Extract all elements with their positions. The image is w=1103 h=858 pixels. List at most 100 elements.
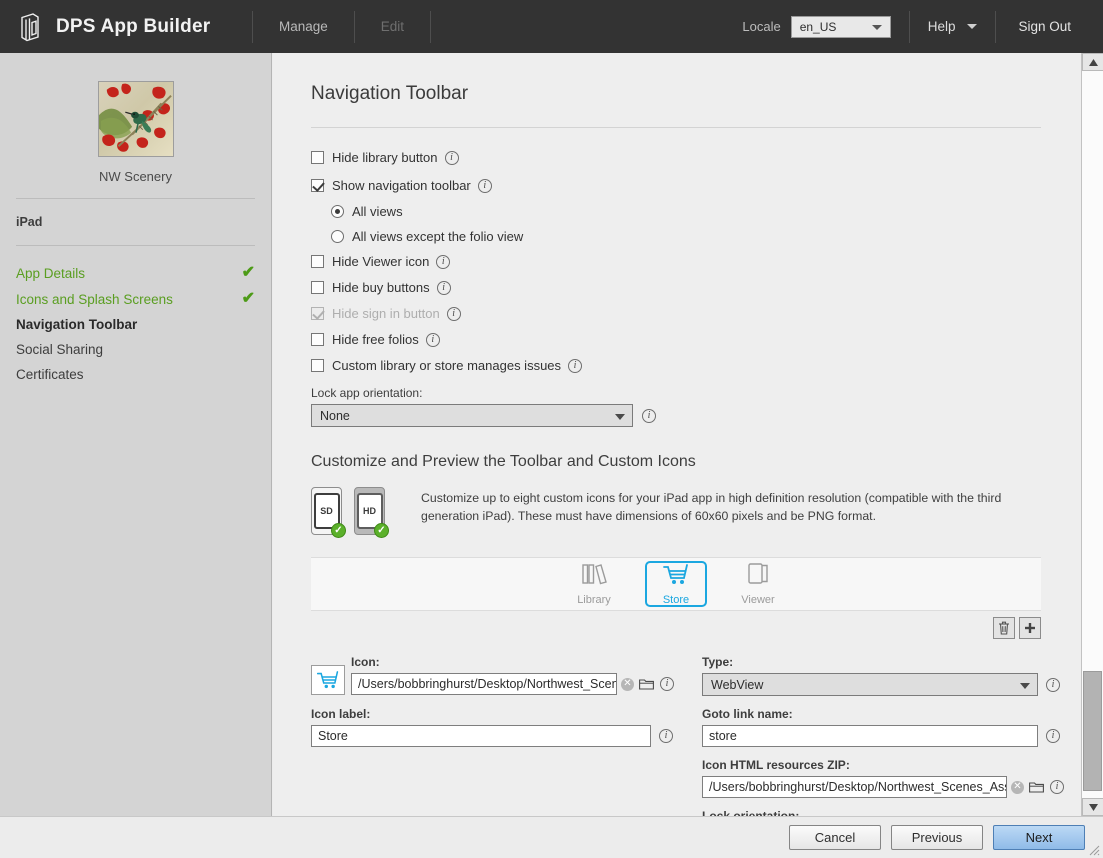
checkbox-hide-sign-in-button (311, 307, 324, 320)
main-scrollbar[interactable] (1081, 53, 1103, 816)
icon-label-value: Store (318, 729, 348, 743)
icon-label-field-label: Icon label: (311, 707, 371, 721)
icon-path-value: /Users/bobbringhurst/Desktop/Northwest_S… (358, 677, 617, 691)
scrollbar-thumb[interactable] (1083, 671, 1102, 791)
zip-row: Icon HTML resources ZIP: /Users/bobbring… (702, 758, 1064, 798)
app-title: DPS App Builder (56, 15, 211, 37)
checkbox-hide-viewer-icon[interactable] (311, 255, 324, 268)
option-custom-library-or-store-manages-issues[interactable]: Custom library or store manages issues i (311, 358, 1041, 373)
sidebar-item-certificates[interactable]: Certificates (16, 362, 255, 387)
resolution-button-hd[interactable]: HD ✓ (354, 487, 389, 538)
check-icon: ✔ (241, 290, 255, 307)
browse-folder-icon[interactable] (1029, 781, 1044, 793)
scroll-up-button[interactable] (1082, 53, 1103, 71)
locale-select[interactable]: en_US (790, 15, 891, 38)
shopping-cart-icon (311, 665, 345, 695)
radio-option-all-views[interactable]: All views (331, 204, 1041, 219)
option-hide-library-button[interactable]: Hide library button i (311, 150, 1041, 165)
icon-path-input[interactable]: /Users/bobbringhurst/Desktop/Northwest_S… (351, 673, 617, 695)
info-icon[interactable]: i (425, 332, 440, 347)
info-icon[interactable]: i (642, 408, 656, 423)
sidebar-nav: App Details ✔ Icons and Splash Screens ✔… (0, 246, 271, 387)
previous-button[interactable]: Previous (891, 825, 983, 850)
resize-grip-icon[interactable] (1088, 843, 1100, 856)
goto-link-field-label: Goto link name: (702, 707, 793, 721)
app-header: DPS App Builder Manage Edit Locale en_US… (0, 0, 1103, 53)
checkbox-hide-buy-buttons[interactable] (311, 281, 324, 294)
tablet-page-icon (747, 562, 769, 591)
clear-icon[interactable]: ✕ (621, 677, 634, 691)
sidebar-item-navigation-toolbar[interactable]: Navigation Toolbar (16, 312, 255, 337)
lock-orientation-row: Lock orientation: (702, 809, 1064, 816)
sidebar-item-label: Navigation Toolbar (16, 317, 138, 332)
sidebar-item-label: Certificates (16, 367, 84, 382)
info-icon[interactable]: i (1050, 780, 1064, 794)
radio-all-views-except-folio[interactable] (331, 230, 344, 243)
type-row: Type: WebView i (702, 655, 1064, 696)
header-tab-edit[interactable]: Edit (355, 11, 430, 43)
sidebar-item-social-sharing[interactable]: Social Sharing (16, 337, 255, 362)
header-tab-manage[interactable]: Manage (253, 11, 354, 43)
option-hide-buy-buttons[interactable]: Hide buy buttons i (311, 280, 1041, 295)
radio-option-all-views-except-folio[interactable]: All views except the folio view (331, 229, 1041, 244)
info-icon[interactable]: i (660, 677, 674, 691)
type-select[interactable]: WebView (702, 673, 1038, 696)
info-icon[interactable]: i (436, 280, 451, 295)
page-title: Navigation Toolbar (311, 83, 469, 104)
help-menu-label: Help (927, 19, 956, 34)
info-icon[interactable]: i (568, 358, 583, 373)
toolbar-item-viewer[interactable]: Viewer (727, 561, 789, 607)
lock-orientation-field-label: Lock orientation: (702, 809, 800, 816)
locale-value: en_US (799, 19, 837, 34)
scrollbar-track[interactable] (1082, 71, 1103, 798)
option-label: Hide buy buttons (332, 280, 430, 295)
option-label: Hide library button (332, 150, 438, 165)
icon-label-input[interactable]: Store (311, 725, 651, 747)
icon-label-row: Icon label: Store i (311, 707, 674, 747)
info-icon[interactable]: i (444, 150, 459, 165)
delete-icon-button[interactable] (993, 617, 1015, 639)
lock-app-orientation-select[interactable]: None (311, 404, 633, 427)
option-show-navigation-toolbar[interactable]: Show navigation toolbar i (311, 178, 1041, 193)
info-icon[interactable]: i (1046, 729, 1060, 743)
toolbar-item-label: Library (577, 594, 611, 606)
info-icon[interactable]: i (446, 306, 461, 321)
info-icon[interactable]: i (436, 254, 451, 269)
option-label: Show navigation toolbar (332, 178, 471, 193)
info-icon[interactable]: i (1046, 677, 1060, 692)
lock-app-orientation-value: None (320, 408, 350, 423)
option-label: Custom library or store manages issues (332, 358, 562, 373)
help-menu[interactable]: Help (910, 19, 996, 34)
toolbar-preview: Library Store Viewer (311, 557, 1041, 611)
next-button[interactable]: Next (993, 825, 1085, 850)
customize-help-text: Customize up to eight custom icons for y… (421, 491, 1002, 523)
info-icon[interactable]: i (477, 178, 492, 193)
toolbar-item-store[interactable]: Store (645, 561, 707, 607)
info-icon[interactable]: i (659, 729, 673, 743)
checkbox-hide-library-button[interactable] (311, 151, 324, 164)
sidebar-item-app-details[interactable]: App Details ✔ (16, 260, 255, 286)
option-hide-viewer-icon[interactable]: Hide Viewer icon i (311, 254, 1041, 269)
checkbox-custom-library-or-store-manages-issues[interactable] (311, 359, 324, 372)
option-hide-free-folios[interactable]: Hide free folios i (311, 332, 1041, 347)
sidebar-item-icons-and-splash-screens[interactable]: Icons and Splash Screens ✔ (16, 286, 255, 312)
sidebar-item-label: Social Sharing (16, 342, 104, 357)
goto-link-input[interactable]: store (702, 725, 1038, 747)
clear-icon[interactable]: ✕ (1011, 780, 1024, 794)
resolution-button-sd[interactable]: SD ✓ (311, 487, 346, 538)
radio-all-views[interactable] (331, 205, 344, 218)
chevron-down-icon (1020, 682, 1030, 689)
browse-folder-icon[interactable] (639, 678, 654, 690)
checkbox-show-navigation-toolbar[interactable] (311, 179, 324, 192)
toolbar-item-library[interactable]: Library (563, 561, 625, 607)
check-badge-icon: ✓ (374, 523, 389, 538)
checkbox-hide-free-folios[interactable] (311, 333, 324, 346)
zip-path-input[interactable]: /Users/bobbringhurst/Desktop/Northwest_S… (702, 776, 1007, 798)
add-icon-button[interactable] (1019, 617, 1041, 639)
cancel-button[interactable]: Cancel (789, 825, 881, 850)
resolution-buttons-row: SD ✓ HD ✓ Customize up to eight custom i… (311, 487, 1041, 538)
radio-label: All views except the folio view (352, 229, 524, 244)
sign-out-button[interactable]: Sign Out (996, 19, 1085, 34)
option-hide-sign-in-button: Hide sign in button i (311, 306, 1041, 321)
scroll-down-button[interactable] (1082, 798, 1103, 816)
